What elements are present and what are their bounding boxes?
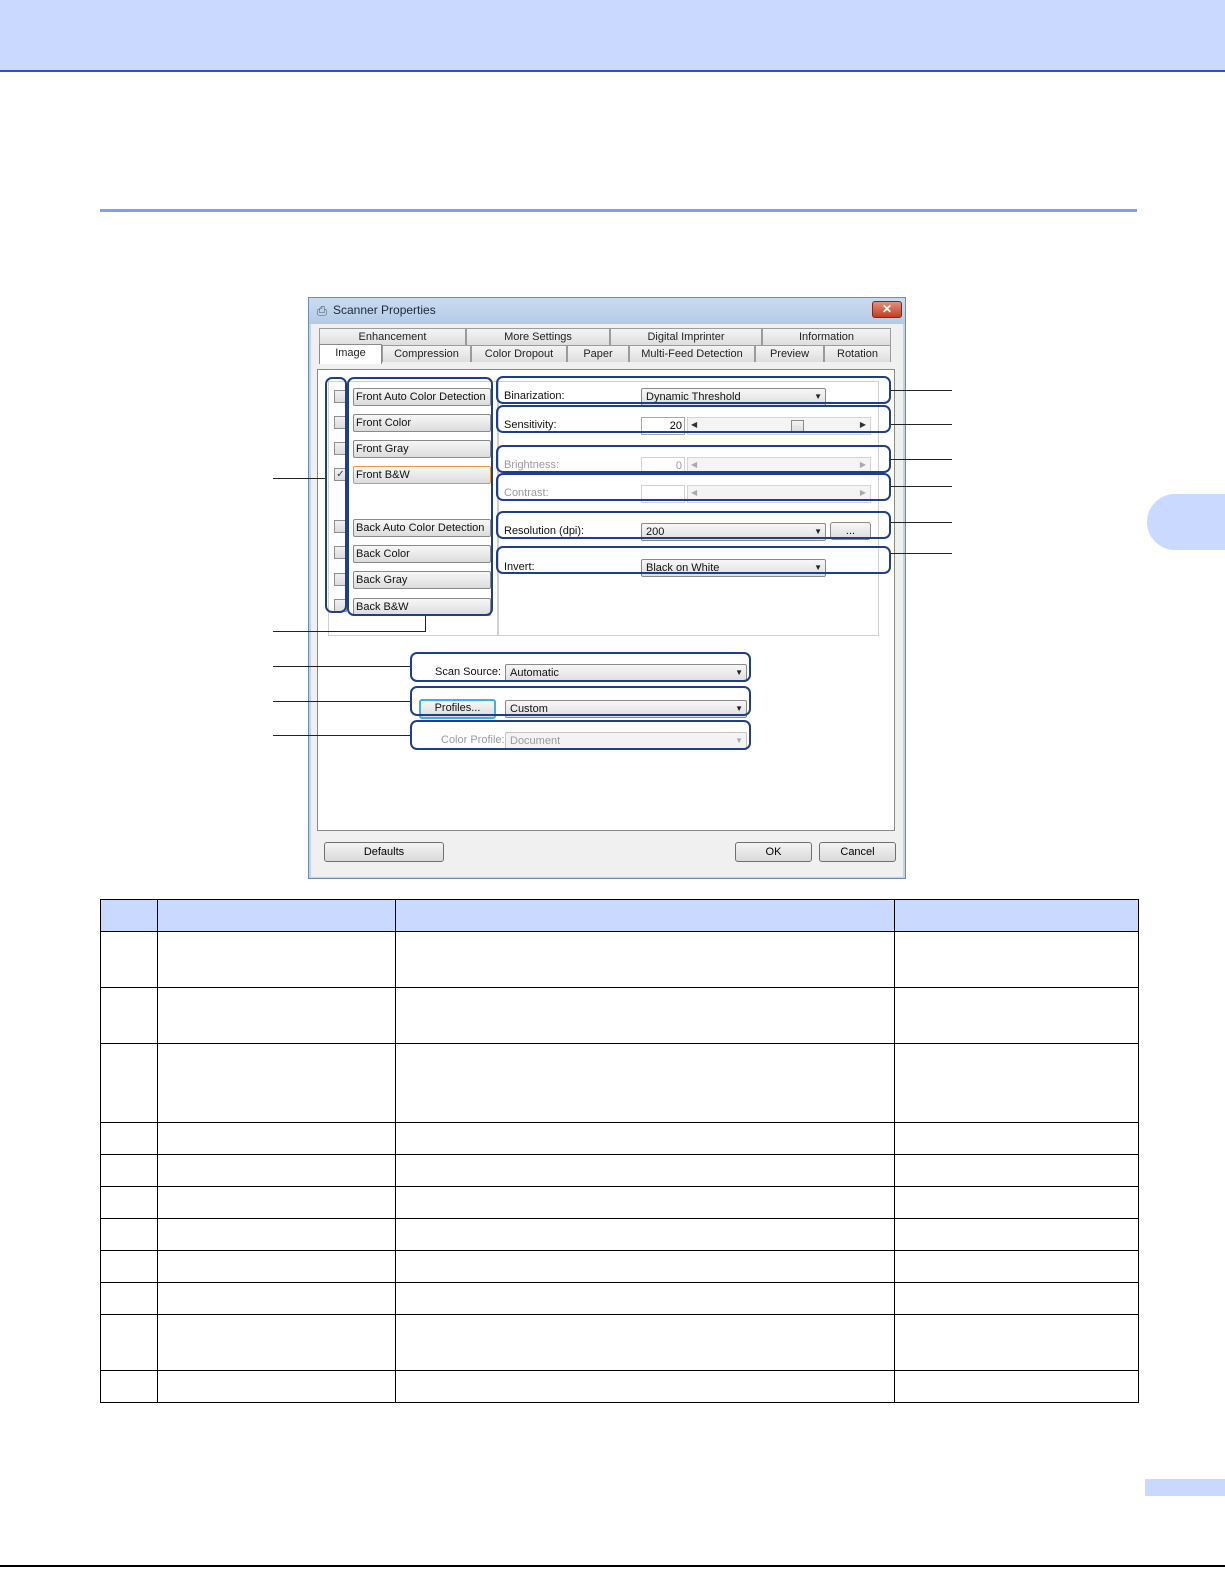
chapter-tab [1147,494,1225,550]
resolution-highlight [496,511,891,539]
tab-preview[interactable]: Preview [755,345,824,362]
table-row [100,987,1139,1044]
contrast-highlight [496,473,891,501]
color-profile-highlight [410,720,751,750]
callout-line [273,631,426,632]
scanner-icon: ⎙ [316,303,328,318]
callout-line [891,553,952,554]
cancel-button[interactable]: Cancel [819,842,896,862]
callout-line [891,486,952,487]
callout-line [891,390,952,391]
section-rule [100,209,1137,212]
table-row [100,1186,1139,1219]
page-header-band [0,0,1225,72]
image-type-group-highlight [347,377,493,616]
description-table [100,899,1139,1403]
tab-compression[interactable]: Compression [382,345,471,362]
table-row [100,931,1139,988]
defaults-button[interactable]: Defaults [324,842,444,862]
tab-image[interactable]: Image [319,344,382,364]
callout-line [273,478,325,479]
callout-line [273,701,410,702]
table-row [100,1122,1139,1155]
binarization-highlight [496,376,891,404]
tab-enhancement[interactable]: Enhancement [319,328,466,345]
callout-line [891,522,952,523]
invert-highlight [496,546,891,574]
tab-color-dropout[interactable]: Color Dropout [471,345,567,362]
table-row [100,1043,1139,1123]
table-row [100,1250,1139,1283]
brightness-highlight [496,445,891,473]
tab-paper[interactable]: Paper [567,345,629,362]
checkbox-group-highlight [325,377,347,613]
callout-line [425,616,426,632]
tab-more-settings[interactable]: More Settings [466,328,610,345]
tab-multi-feed-detection[interactable]: Multi-Feed Detection [629,345,755,362]
tab-rotation[interactable]: Rotation [824,345,891,362]
tab-information[interactable]: Information [762,328,891,345]
sensitivity-highlight [496,405,891,433]
callout-line [273,735,410,736]
tab-digital-imprinter[interactable]: Digital Imprinter [610,328,762,345]
window-title: Scanner Properties [333,303,436,317]
ok-button[interactable]: OK [735,842,812,862]
profiles-highlight [410,686,751,716]
close-button[interactable]: ✕ [872,301,902,318]
callout-line [273,666,410,667]
table-row [100,1154,1139,1187]
footer-rule [0,1565,1225,1567]
page-number-tab [1145,1479,1225,1496]
table-row [100,1218,1139,1251]
callout-line [891,424,952,425]
callout-line [891,459,952,460]
table-header-row [100,899,1139,932]
table-row [100,1314,1139,1371]
table-row [100,1282,1139,1315]
title-bar[interactable]: ⎙ Scanner Properties ✕ [309,298,905,324]
table-row [100,1370,1139,1403]
scan-source-highlight [410,652,751,682]
